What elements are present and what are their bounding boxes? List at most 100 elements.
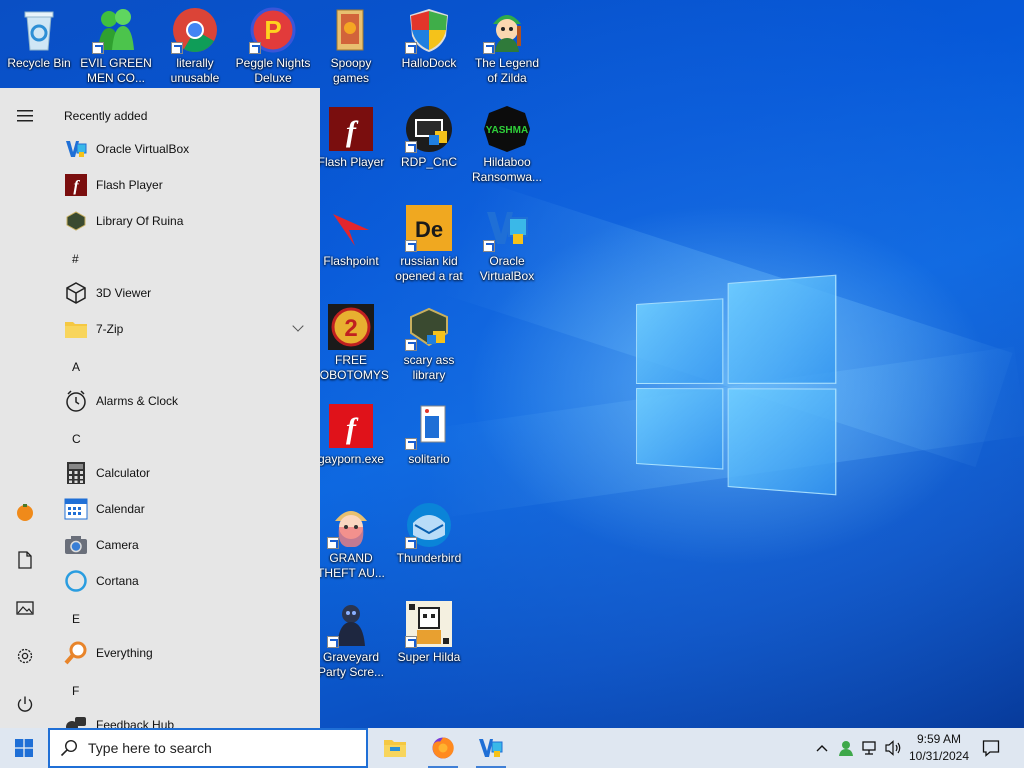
search-input[interactable] <box>88 740 348 756</box>
section-letter-c[interactable]: C <box>72 432 81 446</box>
chevron-up-icon[interactable] <box>812 738 832 758</box>
desktop-icon-russian-kid[interactable]: De russian kid opened a rat <box>391 204 467 284</box>
hamburger-icon[interactable] <box>9 100 41 132</box>
feedback-hub-icon <box>64 713 88 728</box>
taskbar-firefox[interactable] <box>420 728 466 768</box>
green-men-icon <box>92 6 140 54</box>
app-7-zip[interactable]: 7-Zip <box>60 312 310 346</box>
taskbar-clock[interactable]: 9:59 AM 10/31/2024 <box>904 731 974 765</box>
app-oracle-virtualbox[interactable]: Oracle VirtualBox <box>60 132 310 166</box>
desktop-icon-solitario[interactable]: solitario <box>391 402 467 467</box>
shield-icon <box>405 6 453 54</box>
recently-added-header: Recently added <box>64 109 148 123</box>
camera-icon <box>64 533 88 557</box>
network-icon[interactable] <box>860 738 880 758</box>
pictures-icon[interactable] <box>9 592 41 624</box>
desktop-icon-recycle-bin[interactable]: Recycle Bin <box>1 6 77 71</box>
desktop-icon-evil-green-men[interactable]: EVIL GREEN MEN CO... <box>78 6 154 86</box>
clock-time: 9:59 AM <box>916 732 962 746</box>
taskbar-virtualbox[interactable] <box>468 728 514 768</box>
desktop-icon-spoopy-games[interactable]: Spoopy games <box>313 6 389 86</box>
user-avatar-icon[interactable] <box>9 496 41 528</box>
calculator-icon <box>64 461 88 485</box>
app-everything[interactable]: Everything <box>60 636 310 670</box>
desktop-icon-oracle-virtualbox[interactable]: Oracle VirtualBox <box>469 204 545 284</box>
shortcut-arrow-icon <box>405 339 417 351</box>
virtualbox-icon <box>64 137 88 161</box>
cube-icon <box>64 281 88 305</box>
taskbar-search-box[interactable] <box>48 728 368 768</box>
windows-logo-icon <box>15 739 33 757</box>
shortcut-arrow-icon <box>405 240 417 252</box>
user-network-icon[interactable] <box>836 738 856 758</box>
app-camera[interactable]: Camera <box>60 528 310 562</box>
notification-icon[interactable] <box>981 738 1001 758</box>
windows-logo-wallpaper <box>636 274 837 496</box>
app-flash-player[interactable]: f Flash Player <box>60 168 310 202</box>
start-menu-rail <box>0 88 50 728</box>
desktop-icon-flashpoint[interactable]: Flashpoint <box>313 204 389 269</box>
virtualbox-icon <box>483 204 531 252</box>
desktop-icon-hallodock[interactable]: HalloDock <box>391 6 467 71</box>
svg-text:De: De <box>415 217 443 242</box>
taskbar: 9:59 AM 10/31/2024 <box>0 728 1024 768</box>
desktop-icon-thunderbird[interactable]: Thunderbird <box>391 501 467 566</box>
desktop-icon-graveyard-party[interactable]: Graveyard Party Scre... <box>313 600 389 680</box>
app-3d-viewer[interactable]: 3D Viewer <box>60 276 310 310</box>
clock-date: 10/31/2024 <box>908 749 970 763</box>
section-letter-f[interactable]: F <box>72 684 79 698</box>
app-feedback-hub[interactable]: Feedback Hub <box>60 708 310 728</box>
chevron-down-icon[interactable] <box>292 320 304 332</box>
peggle-icon: P <box>249 6 297 54</box>
start-menu: Recently added Oracle VirtualBox f Flash… <box>0 88 320 728</box>
magnifier-icon <box>64 641 88 665</box>
app-library-of-ruina[interactable]: Library Of Ruina <box>60 204 310 238</box>
shortcut-arrow-icon <box>405 438 417 450</box>
documents-icon[interactable] <box>9 544 41 576</box>
flash-player-icon: f <box>327 105 375 153</box>
pixel-hilda-icon <box>405 600 453 648</box>
desktop-icon-legend-of-zilda[interactable]: The Legend of Zilda <box>469 6 545 86</box>
app-alarms-clock[interactable]: Alarms & Clock <box>60 384 310 418</box>
calendar-icon <box>64 497 88 521</box>
section-letter-e[interactable]: E <box>72 612 80 626</box>
power-icon[interactable] <box>9 688 41 720</box>
taskbar-file-explorer[interactable] <box>372 728 418 768</box>
desktop-icon-rdp-cnc[interactable]: RDP_CnC <box>391 105 467 170</box>
flashpoint-icon <box>327 204 375 252</box>
desktop-icon-super-hilda[interactable]: Super Hilda <box>391 600 467 665</box>
shortcut-arrow-icon <box>327 636 339 648</box>
clock-icon <box>64 389 88 413</box>
anime-girl-icon <box>327 501 375 549</box>
app-calendar[interactable]: Calendar <box>60 492 310 526</box>
section-letter-hash[interactable]: # <box>72 252 79 266</box>
svg-text:2: 2 <box>344 315 357 342</box>
flash-player-icon: f <box>64 173 88 197</box>
desktop-icon-scary-ass-library[interactable]: scary ass library <box>391 303 467 383</box>
desktop-icon-chrome[interactable]: literally unusable <box>157 6 233 86</box>
search-icon <box>60 739 78 757</box>
folder-icon <box>327 6 375 54</box>
settings-icon[interactable] <box>9 640 41 672</box>
desktop-icon-flash-player[interactable]: f Flash Player <box>313 105 389 170</box>
remote-desktop-icon <box>405 105 453 153</box>
desktop-icon-peggle[interactable]: P Peggle Nights Deluxe <box>235 6 311 86</box>
cortana-icon <box>64 569 88 593</box>
dev-icon: De <box>405 204 453 252</box>
shortcut-arrow-icon <box>483 42 495 54</box>
flash-player-icon: f <box>327 402 375 450</box>
section-letter-a[interactable]: A <box>72 360 80 374</box>
volume-icon[interactable] <box>884 738 904 758</box>
library-icon <box>64 209 88 233</box>
start-button[interactable] <box>0 728 48 768</box>
desktop-icon-gta[interactable]: GRAND THEFT AU... <box>313 501 389 581</box>
app-cortana[interactable]: Cortana <box>60 564 310 598</box>
start-menu-app-list[interactable]: Recently added Oracle VirtualBox f Flash… <box>50 88 320 728</box>
file-explorer-icon <box>384 740 406 757</box>
app-calculator[interactable]: Calculator <box>60 456 310 490</box>
desktop-icon-free-lobotomys[interactable]: 2 FREE LOBOTOMYS <box>313 303 389 383</box>
virtualbox-icon <box>479 739 503 757</box>
thunderbird-icon <box>405 501 453 549</box>
desktop-icon-gayporn-exe[interactable]: f gayporn.exe <box>313 402 389 467</box>
desktop-icon-hildaboo-ransomware[interactable]: YASHMA Hildaboo Ransomwa... <box>469 105 545 185</box>
